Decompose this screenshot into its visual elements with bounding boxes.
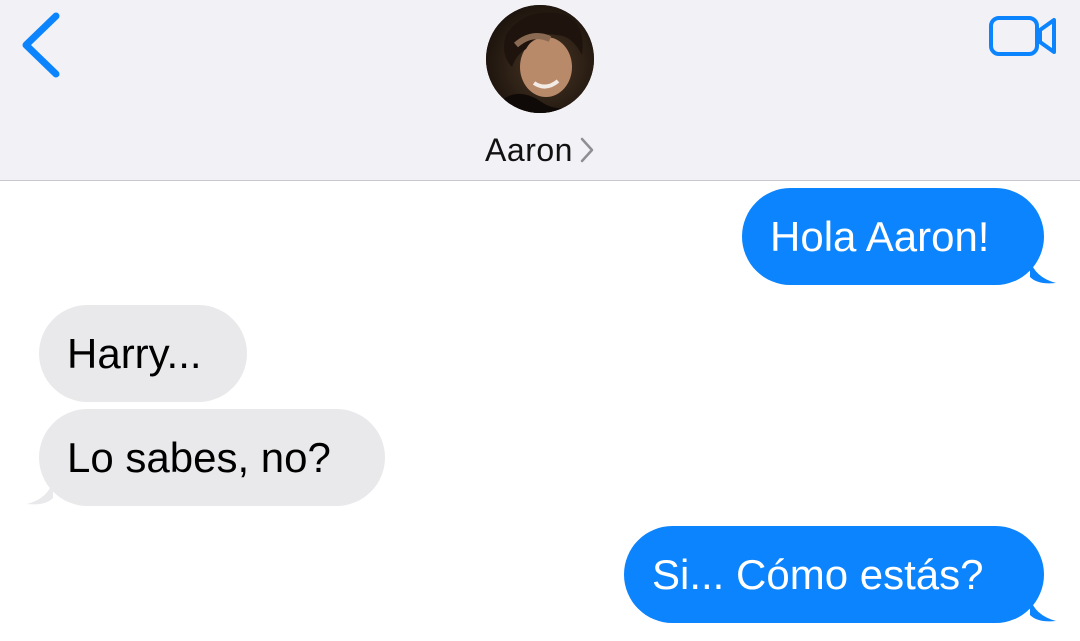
message-text: Si... Cómo estás?	[652, 551, 984, 598]
avatar-photo	[486, 5, 594, 113]
message-text: Lo sabes, no?	[67, 434, 331, 481]
received-message-bubble[interactable]: Lo sabes, no?	[27, 409, 385, 506]
received-message-bubble[interactable]: Harry...	[39, 305, 247, 402]
back-button[interactable]	[14, 8, 74, 82]
chevron-right-icon	[579, 136, 595, 164]
bubble-tail	[1030, 597, 1056, 623]
bubble-tail	[1030, 259, 1056, 285]
contact-avatar[interactable]	[486, 5, 594, 113]
sent-message-bubble[interactable]: Hola Aaron!	[742, 188, 1056, 285]
contact-name: Aaron	[485, 131, 573, 168]
sent-message-bubble[interactable]: Si... Cómo estás?	[624, 526, 1056, 623]
message-text: Harry...	[67, 330, 202, 377]
facetime-video-button[interactable]	[988, 8, 1060, 64]
conversation-header: Aaron	[0, 0, 1080, 181]
video-camera-icon	[989, 16, 1056, 56]
bubble-tail	[27, 480, 53, 506]
message-text: Hola Aaron!	[770, 213, 990, 260]
chevron-left-icon	[22, 12, 60, 78]
contact-info-button[interactable]: Aaron	[0, 126, 1080, 174]
